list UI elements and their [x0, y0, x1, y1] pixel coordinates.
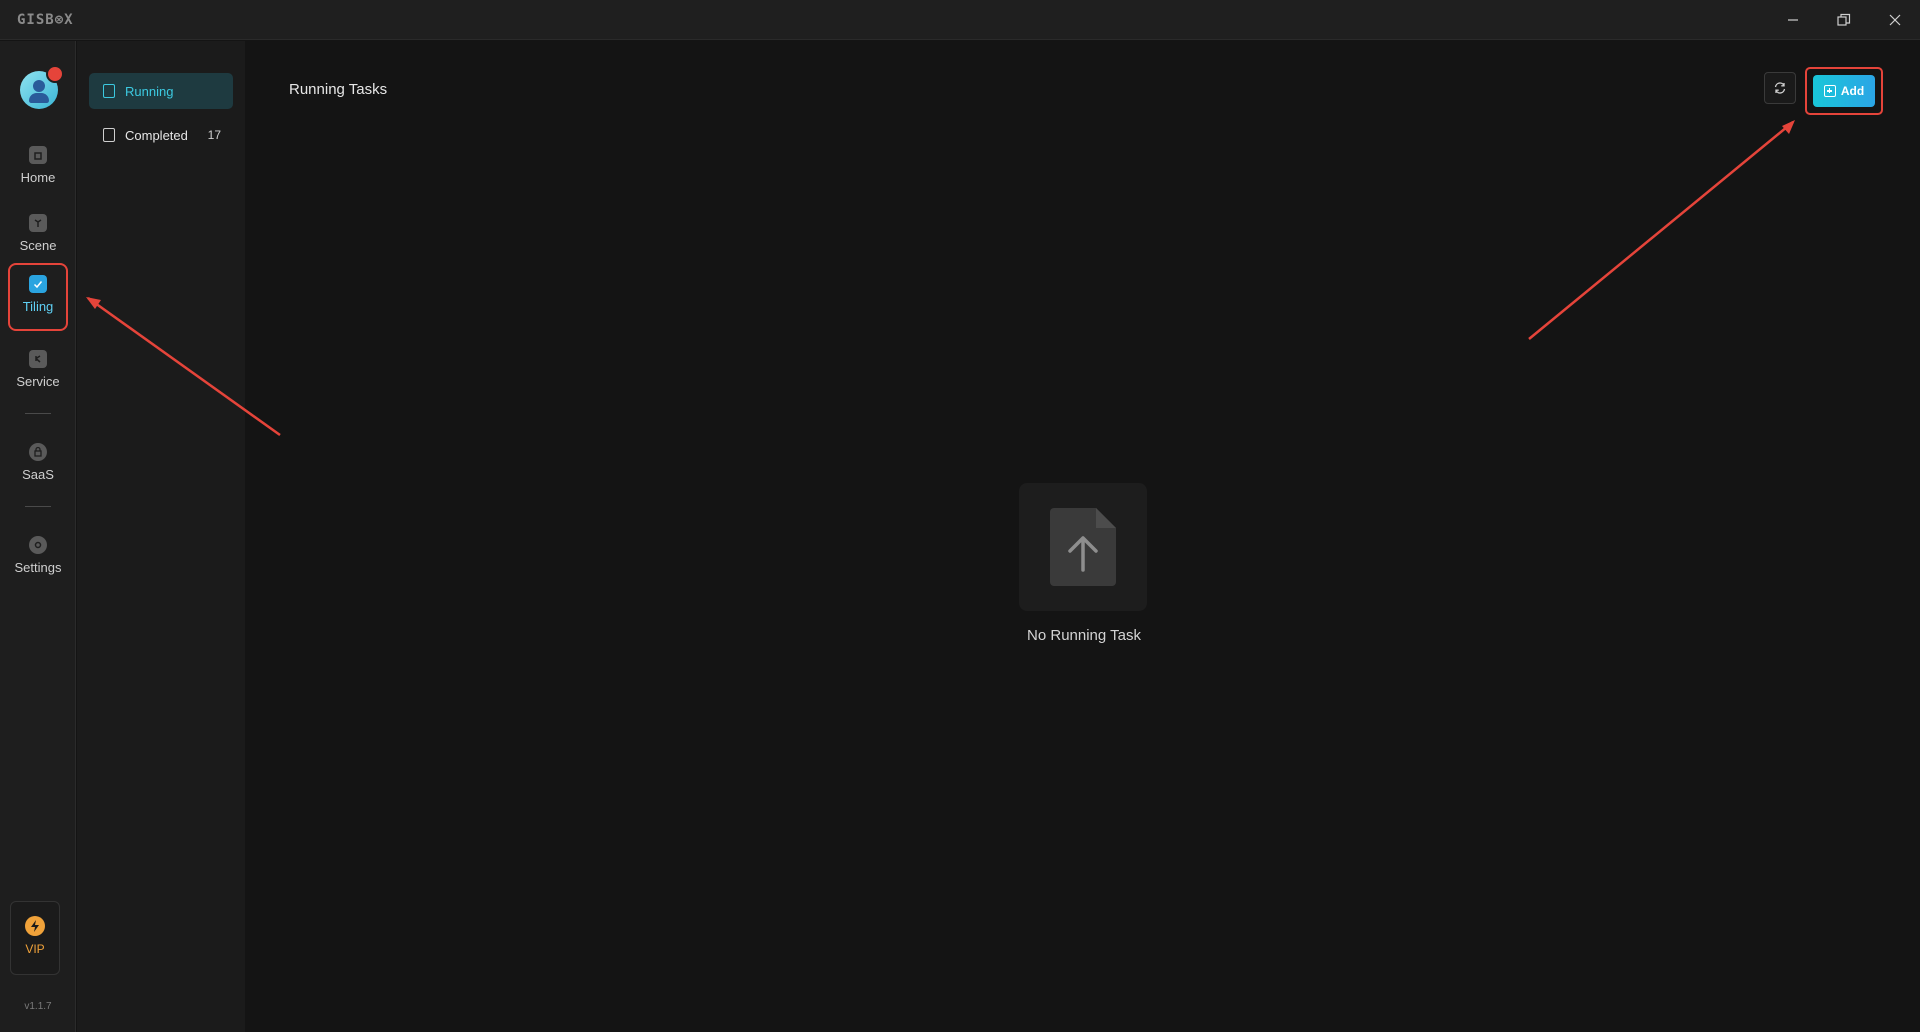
main-content: Running Tasks Add No Running Task [245, 41, 1920, 1032]
app-logo: GISB⊗X [17, 12, 74, 28]
lightning-icon [25, 916, 45, 936]
filter-label: Completed [125, 127, 188, 143]
nav-item-settings[interactable]: Settings [10, 526, 66, 590]
filter-completed[interactable]: Completed 17 [89, 117, 233, 153]
nav-divider [25, 413, 51, 414]
filter-running[interactable]: Running [89, 73, 233, 109]
nav-label: Home [20, 170, 56, 185]
empty-state-illustration [1019, 483, 1147, 611]
nav-label: Scene [19, 238, 57, 253]
scene-icon [29, 214, 47, 232]
refresh-icon [1774, 82, 1786, 94]
nav-label: SaaS [22, 467, 54, 482]
restore-icon [1837, 13, 1851, 26]
nav-label: Tiling [22, 299, 54, 314]
add-button-highlight: Add [1805, 67, 1883, 115]
nav-item-service[interactable]: Service [10, 340, 66, 404]
nav-divider [25, 506, 51, 507]
avatar-body [29, 93, 49, 103]
running-file-icon [103, 84, 115, 98]
nav-rail: Home Scene Tiling Service SaaS Settings [0, 41, 76, 1032]
nav-item-home[interactable]: Home [10, 136, 66, 200]
minimize-button[interactable] [1770, 0, 1816, 40]
vip-button[interactable]: VIP [10, 901, 60, 975]
avatar-face [33, 80, 45, 92]
task-filter-panel: Running Completed 17 [77, 41, 245, 1032]
app-version: v1.1.7 [24, 1001, 52, 1012]
title-bar: GISB⊗X [0, 0, 1920, 40]
avatar[interactable] [20, 65, 64, 109]
nav-item-scene[interactable]: Scene [10, 204, 66, 268]
saas-icon [29, 443, 47, 461]
filter-label: Running [125, 83, 174, 99]
nav-label: Settings [14, 560, 62, 575]
service-icon [29, 350, 47, 368]
settings-icon [29, 536, 47, 554]
close-icon [1889, 14, 1901, 26]
nav-item-tiling[interactable]: Tiling [8, 263, 68, 331]
notification-badge [46, 65, 64, 83]
refresh-button[interactable] [1764, 72, 1796, 104]
restore-button[interactable] [1821, 0, 1867, 40]
vip-label: VIP [25, 942, 45, 956]
minimize-icon [1788, 19, 1798, 21]
add-label: Add [1840, 84, 1865, 98]
tiling-icon [29, 275, 47, 293]
home-icon [29, 146, 47, 164]
upload-file-icon [1050, 508, 1116, 586]
add-icon [1823, 85, 1836, 97]
add-task-button[interactable]: Add [1813, 75, 1875, 107]
nav-label: Service [16, 374, 60, 389]
completed-file-icon [103, 128, 115, 142]
empty-state-text: No Running Task [1027, 627, 1141, 644]
empty-state: No Running Task [1019, 483, 1149, 644]
close-button[interactable] [1872, 0, 1918, 40]
nav-item-saas[interactable]: SaaS [10, 433, 66, 497]
page-title: Running Tasks [289, 81, 388, 98]
completed-count: 17 [207, 128, 221, 142]
